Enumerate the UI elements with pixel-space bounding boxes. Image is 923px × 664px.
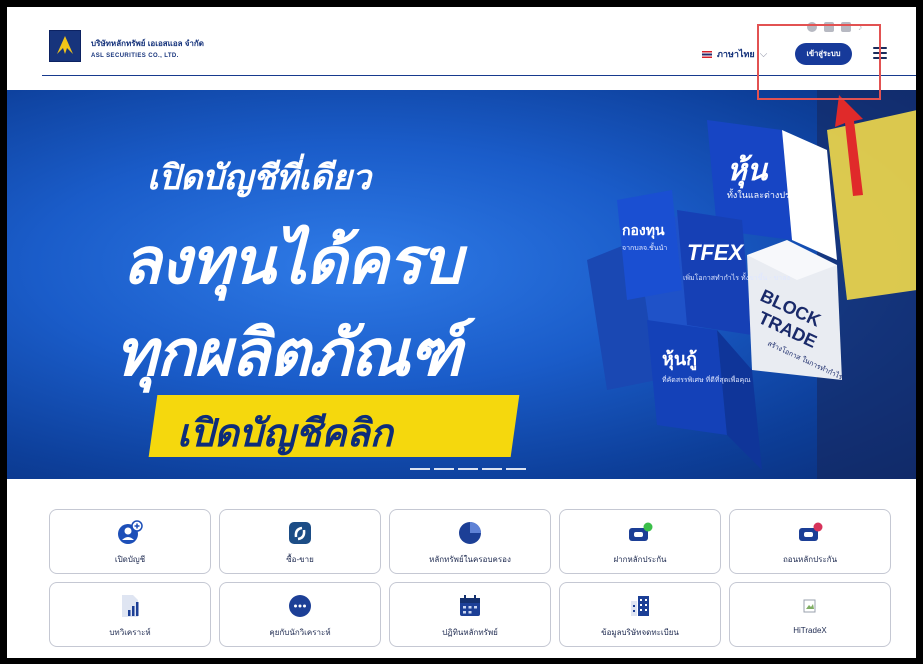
carousel-indicators [410,468,526,470]
tile-label: บทวิเคราะห์ [109,628,151,637]
cube-fund-title: กองทุน [622,222,665,239]
cube-tfex-title: TFEX [687,240,745,265]
tile-chat-analyst[interactable]: คุยกับนักวิเคราะห์ [219,582,381,647]
carousel-dot[interactable] [506,468,526,470]
tile-deposit-collateral[interactable]: ฝากหลักประกัน [559,509,721,574]
tile-label: ซื้อ-ขาย [286,555,314,564]
annotation-arrow-icon [835,95,863,196]
calendar-icon [457,593,483,619]
annotation-highlight-box [757,24,881,100]
tile-label: ข้อมูลบริษัทจดทะเบียน [601,628,679,637]
tile-label: คุยกับนักวิเคราะห์ [269,628,331,637]
company-logo[interactable] [49,30,81,62]
tile-label: ปฏิทินหลักทรัพย์ [442,628,498,637]
language-label: ภาษาไทย [717,49,755,59]
trade-icon [287,520,313,546]
banner-headline-1: เปิดบัญชีที่เดียว [147,159,372,197]
tile-label: ถอนหลักประกัน [782,555,838,564]
company-name[interactable]: บริษัทหลักทรัพย์ เอเอสแอล จำกัด ASL SECU… [91,37,204,59]
withdraw-icon [797,520,823,546]
tile-withdraw-collateral[interactable]: ถอนหลักประกัน [729,509,891,574]
logo-flame-icon [57,36,73,54]
add-user-icon [117,520,143,546]
tile-analysis[interactable]: บทวิเคราะห์ [49,582,211,647]
tile-label: ฝากหลักประกัน [613,555,667,564]
cube-bond-sub: ที่คัดสรรพิเศษ ที่ดีที่สุดเพื่อคุณ [662,375,751,384]
cube-stock-sub: ทั้งในและต่างประเทศ [727,188,810,200]
tile-listed-company-info[interactable]: ข้อมูลบริษัทจดทะเบียน [559,582,721,647]
browser-viewport: บริษัทหลักทรัพย์ เอเอสแอล จำกัด ASL SECU… [7,7,916,658]
thai-flag-icon [702,50,712,58]
tile-buy-sell[interactable]: ซื้อ-ขาย [219,509,381,574]
tile-securities-calendar[interactable]: ปฏิทินหลักทรัพย์ [389,582,551,647]
deposit-icon [627,520,653,546]
tile-open-account[interactable]: เปิดบัญชี [49,509,211,574]
tile-label: เปิดบัญชี [114,555,146,564]
company-name-en: ASL SECURITIES CO., LTD. [91,53,179,59]
carousel-dot[interactable] [434,468,454,470]
company-name-th: บริษัทหลักทรัพย์ เอเอสแอล จำกัด [91,39,204,48]
banner-headline-2: ลงทุนได้ครบ [122,225,462,297]
carousel-dot[interactable] [458,468,478,470]
quick-menu-grid: เปิดบัญชี ซื้อ-ขาย หลักทรัพย์ในครอบครอง … [49,509,891,647]
tile-label: HiTradeX [793,626,827,635]
tile-label: หลักทรัพย์ในครอบครอง [429,555,511,564]
tile-portfolio[interactable]: หลักทรัพย์ในครอบครอง [389,509,551,574]
carousel-dot[interactable] [410,468,430,470]
carousel-dot[interactable] [482,468,502,470]
banner-headline-3: ทุกผลิตภัณฑ์ [115,317,462,389]
cube-bond-title: หุ้นกู้ [662,349,697,371]
chat-icon [287,593,313,619]
company-info-icon [627,593,653,619]
banner-cta[interactable]: เปิดบัญชีคลิก [177,402,393,463]
tile-hitradex[interactable]: HiTradeX [729,582,891,647]
analysis-icon [117,593,143,619]
broken-image-icon [797,593,823,619]
hero-banner[interactable]: เปิดบัญชีที่เดียว ลงทุนได้ครบ ทุกผลิตภัณ… [7,90,916,479]
pie-chart-icon [457,520,483,546]
cube-stock-title: หุ้น [727,154,769,189]
